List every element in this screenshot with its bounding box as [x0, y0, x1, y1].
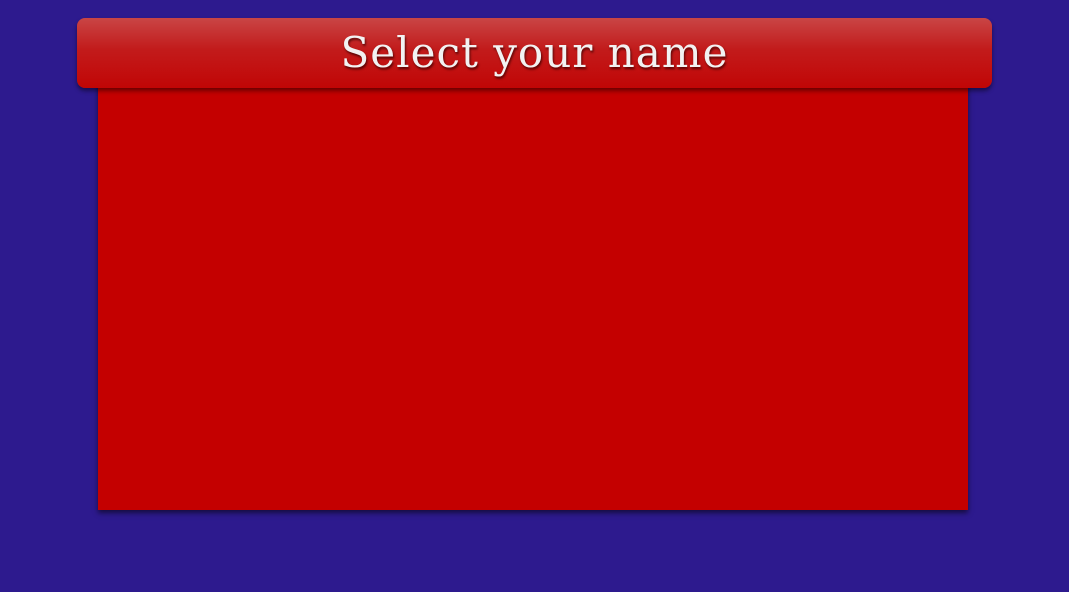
screen-background: Select your name [0, 0, 1069, 592]
name-list-panel[interactable] [98, 80, 968, 510]
dialog-title: Select your name [340, 27, 729, 77]
dialog-header: Select your name [77, 18, 992, 88]
